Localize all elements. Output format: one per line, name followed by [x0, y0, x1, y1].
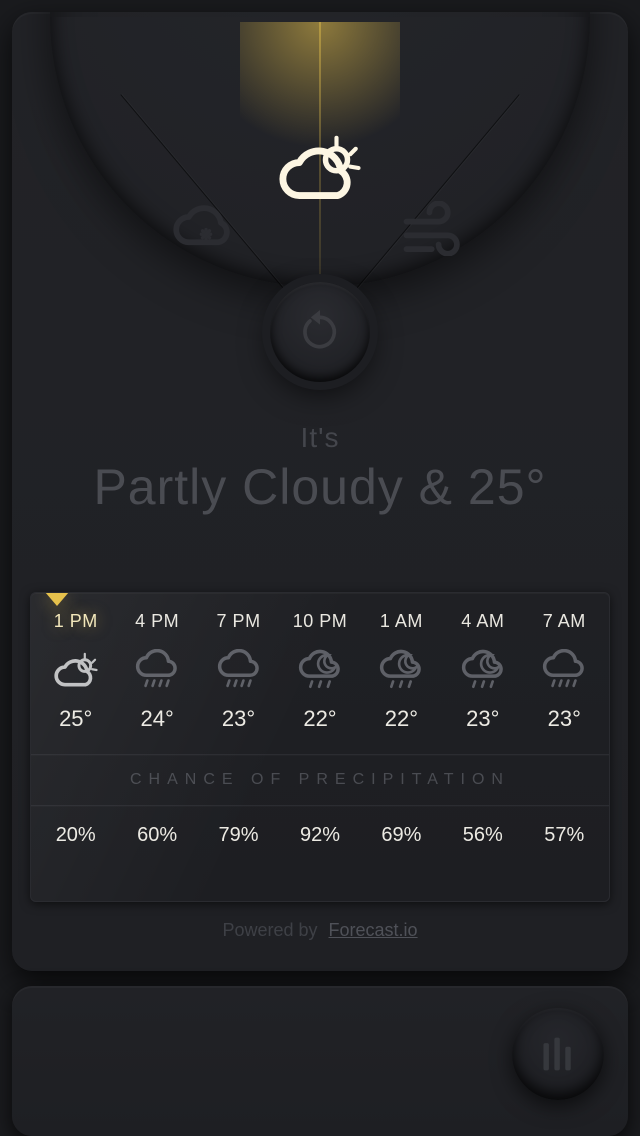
weather-dial[interactable]	[12, 22, 628, 392]
forecast-temp: 23°	[198, 706, 279, 732]
provider-link[interactable]: Forecast.io	[329, 920, 418, 940]
rain-night-icon	[279, 646, 360, 694]
forecast-precip: 79%	[198, 824, 279, 847]
forecast-col[interactable]: 7 AM 23°	[524, 611, 605, 732]
forecast-time: 7 AM	[524, 611, 605, 632]
forecast-col[interactable]: 4 AM 23°	[442, 611, 523, 732]
forecast-temp: 24°	[116, 706, 197, 732]
hourly-forecast-panel[interactable]: 1 PM 25° 4 PM 24° 7 PM 23° 10 PM 22° 1 A	[30, 592, 610, 902]
forecast-precip: 20%	[35, 824, 116, 847]
forecast-precip: 60%	[116, 824, 197, 847]
refresh-button[interactable]	[270, 282, 370, 382]
partly-cloudy-icon	[35, 646, 116, 694]
cloud-snow-icon[interactable]	[160, 182, 252, 274]
forecast-precip: 56%	[442, 824, 523, 847]
forecast-temp: 23°	[524, 706, 605, 732]
forecast-temp: 22°	[279, 706, 360, 732]
precipitation-label: CHANCE OF PRECIPITATION	[31, 755, 609, 805]
bars-icon	[538, 1034, 578, 1074]
forecast-temp: 25°	[35, 706, 116, 732]
forecast-temp: 22°	[361, 706, 442, 732]
rain-night-icon	[442, 646, 523, 694]
forecast-hours-row: 1 PM 25° 4 PM 24° 7 PM 23° 10 PM 22° 1 A	[31, 593, 609, 732]
powered-by-label: Powered by	[222, 920, 317, 940]
forecast-col[interactable]: 1 AM 22°	[361, 611, 442, 732]
rain-icon	[116, 646, 197, 694]
forecast-time: 10 PM	[279, 611, 360, 632]
forecast-time: 1 AM	[361, 611, 442, 632]
current-hour-marker-icon	[45, 592, 69, 606]
refresh-icon	[298, 310, 342, 354]
forecast-col[interactable]: 1 PM 25°	[35, 611, 116, 732]
next-card-peek[interactable]	[12, 986, 628, 1136]
forecast-precip: 92%	[279, 824, 360, 847]
forecast-temp: 23°	[442, 706, 523, 732]
current-conditions: It's Partly Cloudy & 25°	[12, 422, 628, 516]
weather-card: It's Partly Cloudy & 25° 1 PM 25° 4 PM 2…	[12, 12, 628, 972]
attribution: Powered by Forecast.io	[12, 920, 628, 941]
rain-icon	[198, 646, 279, 694]
rain-night-icon	[361, 646, 442, 694]
forecast-time: 1 PM	[35, 611, 116, 632]
forecast-time: 4 PM	[116, 611, 197, 632]
forecast-precip: 69%	[361, 824, 442, 847]
forecast-time: 4 AM	[442, 611, 523, 632]
forecast-time: 7 PM	[198, 611, 279, 632]
forecast-col[interactable]: 4 PM 24°	[116, 611, 197, 732]
headline-prefix: It's	[12, 422, 628, 454]
forecast-col[interactable]: 10 PM 22°	[279, 611, 360, 732]
wind-icon[interactable]	[388, 182, 480, 274]
forecast-col[interactable]: 7 PM 23°	[198, 611, 279, 732]
precipitation-row: 20% 60% 79% 92% 69% 56% 57%	[31, 806, 609, 865]
partly-cloudy-icon[interactable]	[274, 122, 366, 214]
forecast-precip: 57%	[524, 824, 605, 847]
headline-condition: Partly Cloudy & 25°	[12, 458, 628, 516]
stats-button[interactable]	[512, 1008, 604, 1100]
rain-icon	[524, 646, 605, 694]
